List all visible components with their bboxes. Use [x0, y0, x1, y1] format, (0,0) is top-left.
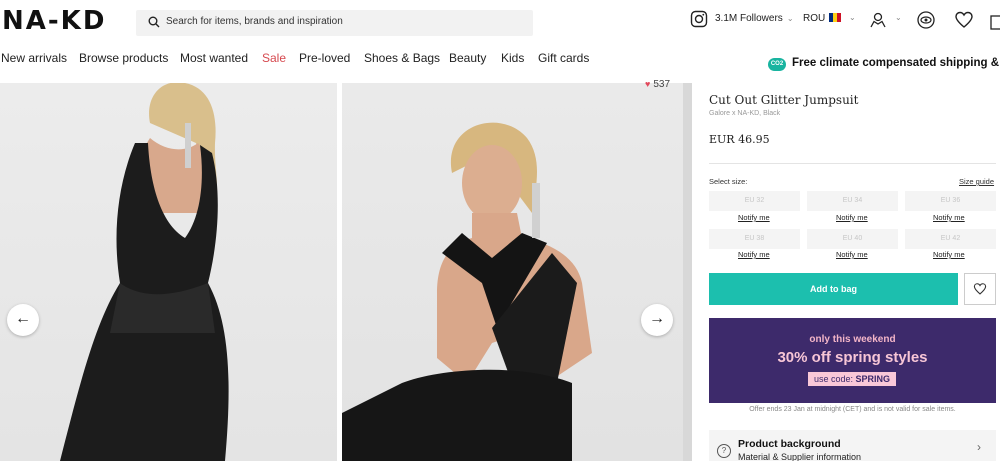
heart-icon[interactable] — [954, 10, 974, 30]
nav-pre-loved[interactable]: Pre-loved — [299, 51, 350, 65]
nav-gift-cards[interactable]: Gift cards — [538, 51, 589, 65]
product-price: EUR 46.95 — [709, 133, 770, 146]
notify-me-link[interactable]: Notify me — [738, 250, 770, 259]
eye-icon[interactable] — [916, 10, 936, 30]
nav-sale[interactable]: Sale — [262, 51, 286, 65]
instagram-icon[interactable] — [690, 10, 708, 28]
search-icon — [148, 16, 160, 28]
wishlist-button[interactable] — [964, 273, 996, 305]
notify-me-link[interactable]: Notify me — [933, 250, 965, 259]
divider — [709, 163, 996, 164]
heart-icon — [973, 283, 987, 295]
search-input[interactable]: Search for items, brands and inspiration — [136, 10, 533, 36]
chevron-right-icon: › — [977, 440, 981, 454]
nav-most-wanted[interactable]: Most wanted — [180, 51, 248, 65]
promo-code-badge: use code: SPRING — [808, 372, 897, 386]
notify-me-link[interactable]: Notify me — [836, 213, 868, 222]
size-option-eu40[interactable]: EU 40 — [807, 229, 898, 249]
product-title: Cut Out Glitter Jumpsuit — [709, 93, 859, 107]
chevron-down-icon: ⌄ — [895, 13, 902, 22]
size-option-eu38[interactable]: EU 38 — [709, 229, 800, 249]
product-gallery: ← → — [0, 83, 683, 461]
question-icon: ? — [717, 444, 731, 458]
climate-shipping-banner[interactable]: Free climate compensated shipping & retu — [792, 57, 1000, 69]
product-background-title: Product background — [738, 438, 841, 450]
bag-icon[interactable] — [990, 10, 1000, 30]
search-placeholder: Search for items, brands and inspiration — [166, 16, 343, 27]
chevron-down-icon: ⌄ — [786, 14, 794, 23]
nav-shoes-bags[interactable]: Shoes & Bags — [364, 51, 440, 65]
gallery-scrollbar[interactable] — [683, 83, 692, 461]
size-option-eu32[interactable]: EU 32 — [709, 191, 800, 211]
size-guide-link[interactable]: Size guide — [959, 177, 994, 186]
product-photo-back[interactable] — [0, 83, 337, 461]
add-to-bag-button[interactable]: Add to bag — [709, 273, 958, 305]
nav-browse-products[interactable]: Browse products — [79, 51, 168, 65]
notify-me-link[interactable]: Notify me — [738, 213, 770, 222]
size-option-eu34[interactable]: EU 34 — [807, 191, 898, 211]
product-background-accordion[interactable]: ? Product background Material & Supplier… — [709, 430, 996, 461]
promo-banner[interactable]: only this weekend 30% off spring styles … — [709, 318, 996, 403]
size-option-eu36[interactable]: EU 36 — [905, 191, 996, 211]
account-icon[interactable] — [868, 10, 888, 30]
promo-line1: only this weekend — [809, 334, 896, 345]
romania-flag-icon[interactable] — [829, 13, 841, 22]
offer-note: Offer ends 23 Jan at midnight (CET) and … — [749, 406, 956, 413]
likes-count[interactable]: ♥ 537 — [645, 79, 670, 90]
promo-headline: 30% off spring styles — [777, 349, 928, 366]
co2-cloud-icon: CO2 — [768, 58, 786, 71]
chevron-down-icon: ⌄ — [849, 13, 856, 22]
nav-beauty[interactable]: Beauty — [449, 51, 486, 65]
size-option-eu42[interactable]: EU 42 — [905, 229, 996, 249]
country-selector[interactable]: ROU — [803, 13, 825, 24]
heart-icon: ♥ — [645, 79, 651, 89]
nav-kids[interactable]: Kids — [501, 51, 524, 65]
product-photo-front[interactable] — [342, 83, 683, 461]
nav-new-arrivals[interactable]: New arrivals — [1, 51, 67, 65]
notify-me-link[interactable]: Notify me — [836, 250, 868, 259]
product-background-subtitle: Material & Supplier information — [738, 452, 862, 461]
gallery-prev-arrow-icon[interactable]: ← — [7, 304, 39, 336]
gallery-next-arrow-icon[interactable]: → — [641, 304, 673, 336]
logo[interactable]: NA-KD — [2, 6, 106, 36]
product-brand: Galore x NA-KD, Black — [709, 110, 781, 117]
notify-me-link[interactable]: Notify me — [933, 213, 965, 222]
select-size-label: Select size: — [709, 177, 748, 186]
followers-count[interactable]: 3.1M Followers ⌄ — [715, 13, 794, 24]
